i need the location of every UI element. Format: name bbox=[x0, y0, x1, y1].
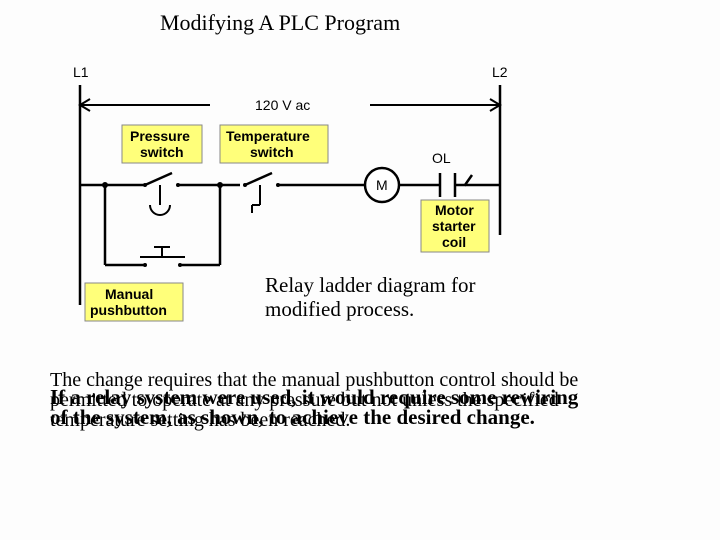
motor-symbol: M bbox=[376, 177, 388, 193]
rail-left-label: L1 bbox=[73, 64, 89, 80]
overload-label: OL bbox=[432, 150, 451, 166]
pressure-switch-label-1: Pressure bbox=[130, 128, 190, 144]
motor-label-2: starter bbox=[432, 218, 476, 234]
motor-label-3: coil bbox=[442, 234, 466, 250]
rail-right-label: L2 bbox=[492, 64, 508, 80]
temperature-switch-label-2: switch bbox=[250, 144, 294, 160]
page-title: Modifying A PLC Program bbox=[160, 10, 400, 36]
caption-line-1: Relay ladder diagram for bbox=[265, 273, 476, 297]
pressure-switch-label-2: switch bbox=[140, 144, 184, 160]
temperature-switch-label-1: Temperature bbox=[226, 128, 310, 144]
description-paragraph-2: If a relay system were used, it would re… bbox=[50, 388, 580, 428]
diagram-caption: Relay ladder diagram for modified proces… bbox=[265, 273, 476, 321]
caption-line-2: modified process. bbox=[265, 297, 414, 321]
motor-label-1: Motor bbox=[435, 202, 474, 218]
voltage-label: 120 V ac bbox=[255, 97, 310, 113]
pushbutton-label-1: Manual bbox=[105, 286, 153, 302]
pushbutton-label-2: pushbutton bbox=[90, 302, 167, 318]
